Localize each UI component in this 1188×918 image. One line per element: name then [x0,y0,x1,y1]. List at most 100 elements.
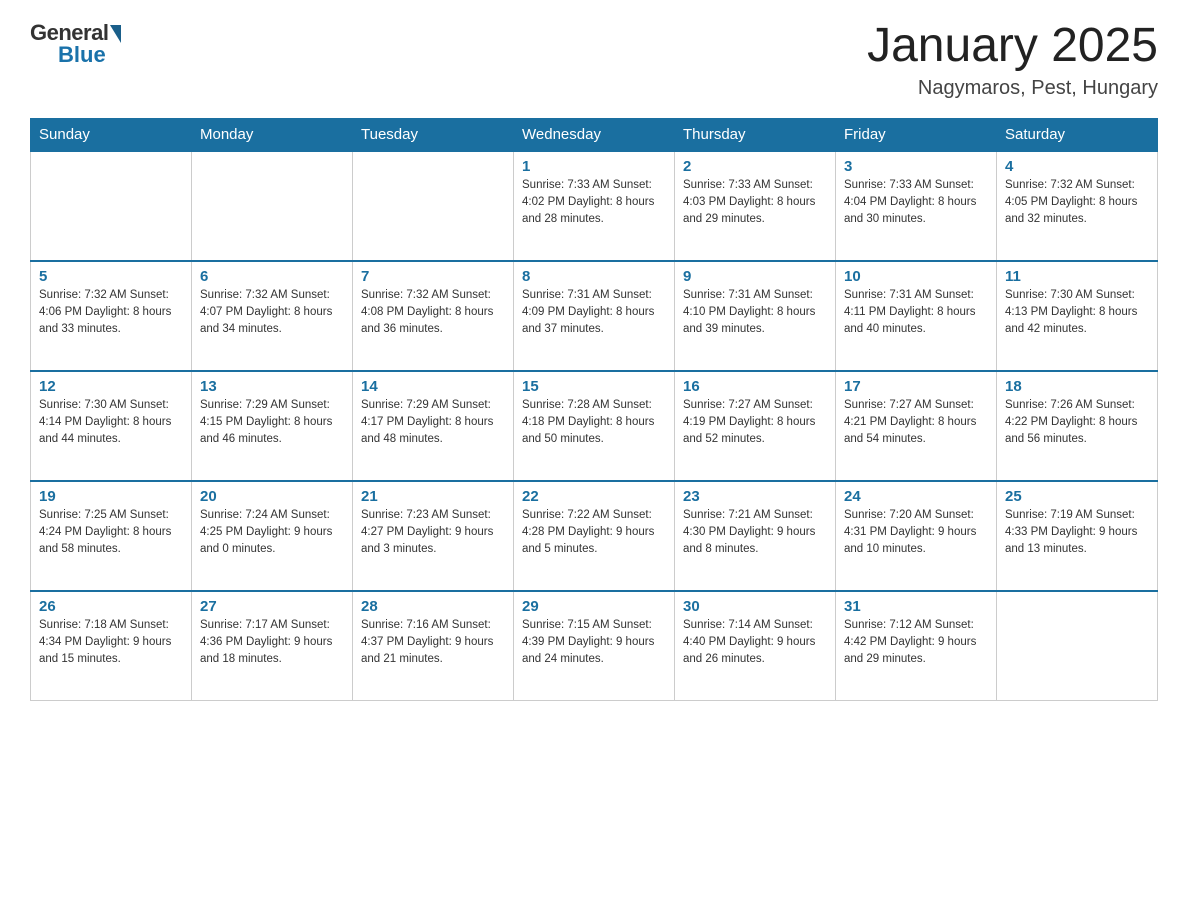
day-number: 24 [844,488,988,505]
calendar-cell: 27Sunrise: 7:17 AM Sunset: 4:36 PM Dayli… [192,591,353,701]
day-info: Sunrise: 7:32 AM Sunset: 4:08 PM Dayligh… [361,287,505,339]
calendar-cell: 29 Sunrise: 7:15 AM Sunset: 4:39 PM Dayli… [514,591,675,701]
day-number: 10 [844,268,988,285]
day-info: Sunrise: 7:14 AM Sunset: 4:40 PM Dayligh… [683,617,827,669]
day-info: Sunrise: 7:30 AM Sunset: 4:13 PM Dayligh… [1005,287,1149,339]
calendar-cell: 25Sunrise: 7:19 AM Sunset: 4:33 PM Dayli… [997,481,1158,591]
day-number: 31 [844,598,988,615]
day-info: Sunrise: 7:16 AM Sunset: 4:37 PM Dayligh… [361,617,505,669]
day-info: Sunrise: 7:33 AM Sunset: 4:03 PM Dayligh… [683,177,827,229]
calendar-cell [192,151,353,261]
day-number: 2 [683,158,827,175]
day-number: 28 [361,598,505,615]
calendar-cell: 2 Sunrise: 7:33 AM Sunset: 4:03 PM Daylig… [675,151,836,261]
calendar-week-row: 26 Sunrise: 7:18 AM Sunset: 4:34 PM Dayli… [31,591,1158,701]
calendar-cell: 5 Sunrise: 7:32 AM Sunset: 4:06 PM Daylig… [31,261,192,371]
day-number: 7 [361,268,505,285]
page-header: General Blue January 2025 Nagymaros, Pes… [30,20,1158,100]
day-info: Sunrise: 7:28 AM Sunset: 4:18 PM Dayligh… [522,397,666,449]
calendar-cell: 8 Sunrise: 7:31 AM Sunset: 4:09 PM Daylig… [514,261,675,371]
day-number: 26 [39,598,183,615]
day-number: 30 [683,598,827,615]
calendar-cell: 31 Sunrise: 7:12 AM Sunset: 4:42 PM Dayli… [836,591,997,701]
day-number: 15 [522,378,666,395]
calendar-cell: 22 Sunrise: 7:22 AM Sunset: 4:28 PM Dayli… [514,481,675,591]
calendar-cell: 24 Sunrise: 7:20 AM Sunset: 4:31 PM Dayli… [836,481,997,591]
day-info: Sunrise: 7:32 AM Sunset: 4:06 PM Dayligh… [39,287,183,339]
calendar-cell: 10 Sunrise: 7:31 AM Sunset: 4:11 PM Dayli… [836,261,997,371]
month-title: January 2025 [867,20,1158,73]
day-info: Sunrise: 7:32 AM Sunset: 4:07 PM Dayligh… [200,287,344,339]
calendar-cell: 3 Sunrise: 7:33 AM Sunset: 4:04 PM Daylig… [836,151,997,261]
day-info: Sunrise: 7:30 AM Sunset: 4:14 PM Dayligh… [39,397,183,449]
calendar-day-header: Monday [192,118,353,151]
calendar-cell: 15 Sunrise: 7:28 AM Sunset: 4:18 PM Dayli… [514,371,675,481]
calendar-cell: 14 Sunrise: 7:29 AM Sunset: 4:17 PM Dayli… [353,371,514,481]
day-number: 11 [1005,268,1149,285]
calendar-week-row: 1 Sunrise: 7:33 AM Sunset: 4:02 PM Daylig… [31,151,1158,261]
day-number: 6 [200,268,344,285]
logo-blue-text: Blue [58,42,106,68]
calendar-table: SundayMondayTuesdayWednesdayThursdayFrid… [30,118,1158,702]
day-number: 4 [1005,158,1149,175]
calendar-cell: 6 Sunrise: 7:32 AM Sunset: 4:07 PM Daylig… [192,261,353,371]
calendar-cell: 11 Sunrise: 7:30 AM Sunset: 4:13 PM Dayli… [997,261,1158,371]
day-info: Sunrise: 7:31 AM Sunset: 4:10 PM Dayligh… [683,287,827,339]
calendar-cell: 17 Sunrise: 7:27 AM Sunset: 4:21 PM Dayli… [836,371,997,481]
calendar-cell: 4Sunrise: 7:32 AM Sunset: 4:05 PM Daylig… [997,151,1158,261]
calendar-day-header: Wednesday [514,118,675,151]
day-number: 21 [361,488,505,505]
day-info: Sunrise: 7:12 AM Sunset: 4:42 PM Dayligh… [844,617,988,669]
calendar-cell: 20 Sunrise: 7:24 AM Sunset: 4:25 PM Dayli… [192,481,353,591]
calendar-cell: 1 Sunrise: 7:33 AM Sunset: 4:02 PM Daylig… [514,151,675,261]
calendar-cell: 23Sunrise: 7:21 AM Sunset: 4:30 PM Dayli… [675,481,836,591]
day-number: 3 [844,158,988,175]
calendar-cell: 16Sunrise: 7:27 AM Sunset: 4:19 PM Dayli… [675,371,836,481]
day-number: 13 [200,378,344,395]
day-info: Sunrise: 7:19 AM Sunset: 4:33 PM Dayligh… [1005,507,1149,559]
title-block: January 2025 Nagymaros, Pest, Hungary [867,20,1158,100]
day-number: 1 [522,158,666,175]
calendar-day-header: Friday [836,118,997,151]
calendar-cell: 13 Sunrise: 7:29 AM Sunset: 4:15 PM Dayli… [192,371,353,481]
location-title: Nagymaros, Pest, Hungary [867,77,1158,100]
calendar-cell: 21 Sunrise: 7:23 AM Sunset: 4:27 PM Dayli… [353,481,514,591]
day-number: 12 [39,378,183,395]
calendar-cell [353,151,514,261]
calendar-cell [31,151,192,261]
day-info: Sunrise: 7:29 AM Sunset: 4:17 PM Dayligh… [361,397,505,449]
day-number: 19 [39,488,183,505]
day-info: Sunrise: 7:18 AM Sunset: 4:34 PM Dayligh… [39,617,183,669]
day-info: Sunrise: 7:33 AM Sunset: 4:04 PM Dayligh… [844,177,988,229]
day-number: 16 [683,378,827,395]
calendar-week-row: 19 Sunrise: 7:25 AM Sunset: 4:24 PM Dayli… [31,481,1158,591]
calendar-cell: 12 Sunrise: 7:30 AM Sunset: 4:14 PM Dayli… [31,371,192,481]
day-info: Sunrise: 7:33 AM Sunset: 4:02 PM Dayligh… [522,177,666,229]
day-info: Sunrise: 7:31 AM Sunset: 4:09 PM Dayligh… [522,287,666,339]
calendar-day-header: Saturday [997,118,1158,151]
day-number: 29 [522,598,666,615]
day-info: Sunrise: 7:22 AM Sunset: 4:28 PM Dayligh… [522,507,666,559]
day-number: 17 [844,378,988,395]
day-info: Sunrise: 7:23 AM Sunset: 4:27 PM Dayligh… [361,507,505,559]
day-number: 27 [200,598,344,615]
calendar-cell: 28 Sunrise: 7:16 AM Sunset: 4:37 PM Dayli… [353,591,514,701]
day-number: 14 [361,378,505,395]
day-info: Sunrise: 7:29 AM Sunset: 4:15 PM Dayligh… [200,397,344,449]
day-number: 20 [200,488,344,505]
calendar-cell: 26 Sunrise: 7:18 AM Sunset: 4:34 PM Dayli… [31,591,192,701]
day-info: Sunrise: 7:24 AM Sunset: 4:25 PM Dayligh… [200,507,344,559]
day-number: 8 [522,268,666,285]
calendar-cell: 7 Sunrise: 7:32 AM Sunset: 4:08 PM Daylig… [353,261,514,371]
calendar-week-row: 5 Sunrise: 7:32 AM Sunset: 4:06 PM Daylig… [31,261,1158,371]
day-info: Sunrise: 7:31 AM Sunset: 4:11 PM Dayligh… [844,287,988,339]
logo-triangle-icon [110,25,121,43]
day-number: 5 [39,268,183,285]
day-number: 9 [683,268,827,285]
day-info: Sunrise: 7:27 AM Sunset: 4:21 PM Dayligh… [844,397,988,449]
day-number: 22 [522,488,666,505]
day-info: Sunrise: 7:25 AM Sunset: 4:24 PM Dayligh… [39,507,183,559]
day-info: Sunrise: 7:20 AM Sunset: 4:31 PM Dayligh… [844,507,988,559]
calendar-cell: 18Sunrise: 7:26 AM Sunset: 4:22 PM Dayli… [997,371,1158,481]
day-info: Sunrise: 7:15 AM Sunset: 4:39 PM Dayligh… [522,617,666,669]
